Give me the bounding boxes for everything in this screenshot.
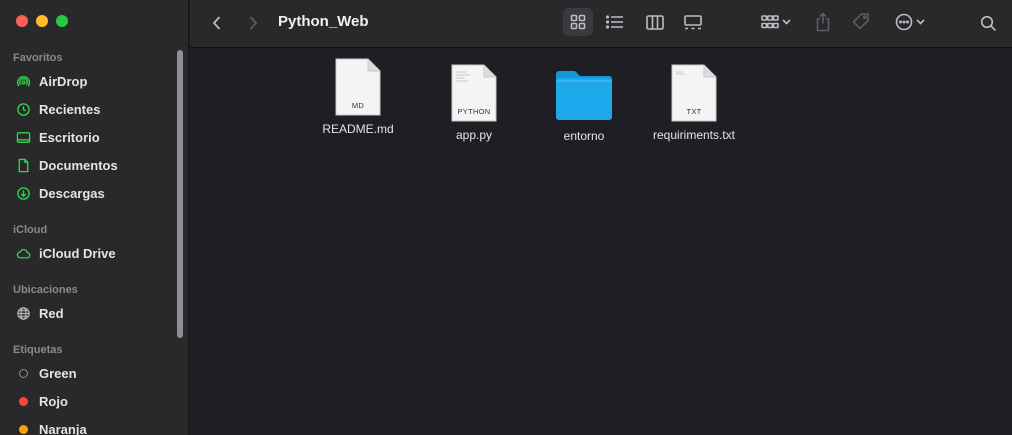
sidebar-item-label: iCloud Drive bbox=[39, 245, 116, 261]
sidebar-item-descargas[interactable]: Descargas bbox=[0, 181, 175, 205]
share-button[interactable] bbox=[811, 8, 835, 36]
group-icon bbox=[761, 14, 779, 28]
tag-dot-icon bbox=[15, 421, 31, 435]
chevron-right-icon bbox=[249, 16, 258, 30]
toolbar: Python_Web bbox=[190, 0, 1012, 48]
forward-button[interactable] bbox=[242, 12, 264, 34]
gallery-view-button[interactable] bbox=[678, 8, 708, 36]
sidebar-item-tag-green[interactable]: Green bbox=[0, 361, 175, 385]
clock-icon bbox=[15, 101, 31, 117]
sidebar-item-label: Rojo bbox=[39, 393, 68, 409]
section-title-icloud: iCloud bbox=[13, 224, 48, 236]
text-file-icon: TXT bbox=[671, 64, 717, 122]
document-icon: MD bbox=[335, 58, 381, 116]
chevron-down-icon bbox=[916, 19, 925, 25]
window-controls bbox=[16, 15, 68, 27]
section-title-locations: Ubicaciones bbox=[13, 284, 78, 296]
tag-icon bbox=[852, 13, 869, 30]
sidebar-item-airdrop[interactable]: AirDrop bbox=[0, 69, 175, 93]
file-name: app.py bbox=[455, 128, 493, 142]
icon-view-button[interactable] bbox=[563, 8, 593, 36]
file-extension-label: TXT bbox=[686, 107, 702, 116]
file-browser-area: MD README.md PYTHON app.py entorno TXT r… bbox=[190, 49, 1012, 435]
file-name: README.md bbox=[322, 122, 394, 136]
folder-icon bbox=[556, 71, 612, 120]
sidebar: Favoritos AirDrop Recientes Escritorio D… bbox=[0, 0, 189, 435]
file-item[interactable]: MD README.md bbox=[303, 58, 413, 136]
sidebar-item-label: Naranja bbox=[39, 421, 87, 435]
tag-dot-icon bbox=[15, 365, 31, 381]
file-extension-label: MD bbox=[351, 101, 365, 110]
sidebar-item-tag-naranja[interactable]: Naranja bbox=[0, 417, 175, 435]
sidebar-item-label: Red bbox=[39, 305, 64, 321]
sidebar-item-documentos[interactable]: Documentos bbox=[0, 153, 175, 177]
sidebar-item-escritorio[interactable]: Escritorio bbox=[0, 125, 175, 149]
sidebar-scrollbar[interactable] bbox=[177, 50, 183, 338]
chevron-left-icon bbox=[212, 16, 221, 30]
search-button[interactable] bbox=[976, 11, 1000, 35]
gallery-icon bbox=[684, 14, 702, 29]
tag-dot-icon bbox=[15, 393, 31, 409]
file-item[interactable]: TXT requiriments.txt bbox=[639, 64, 749, 142]
sidebar-item-label: AirDrop bbox=[39, 73, 88, 89]
sidebar-item-red[interactable]: Red bbox=[0, 301, 175, 325]
close-window-button[interactable] bbox=[16, 15, 28, 27]
back-button[interactable] bbox=[206, 12, 228, 34]
ellipsis-circle-icon bbox=[895, 13, 913, 31]
section-title-favorites: Favoritos bbox=[13, 52, 63, 64]
list-icon bbox=[606, 15, 623, 29]
folder-item[interactable]: entorno bbox=[529, 68, 639, 143]
sidebar-item-label: Recientes bbox=[39, 101, 101, 117]
sidebar-item-tag-rojo[interactable]: Rojo bbox=[0, 389, 175, 413]
more-actions-button[interactable] bbox=[890, 8, 930, 36]
search-icon bbox=[980, 15, 996, 31]
chevron-down-icon bbox=[782, 19, 791, 25]
share-icon bbox=[816, 12, 830, 32]
sidebar-item-icloud-drive[interactable]: iCloud Drive bbox=[0, 241, 175, 265]
python-file-icon: PYTHON bbox=[451, 64, 497, 122]
sidebar-item-label: Escritorio bbox=[39, 129, 100, 145]
grid-icon bbox=[570, 14, 586, 30]
sidebar-item-recientes[interactable]: Recientes bbox=[0, 97, 175, 121]
group-button[interactable] bbox=[756, 8, 796, 36]
file-extension-label: PYTHON bbox=[457, 107, 491, 116]
globe-icon bbox=[15, 305, 31, 321]
sidebar-item-label: Green bbox=[39, 365, 77, 381]
sidebar-item-label: Descargas bbox=[39, 185, 105, 201]
zoom-window-button[interactable] bbox=[56, 15, 68, 27]
columns-icon bbox=[646, 14, 664, 30]
file-name: requiriments.txt bbox=[652, 128, 736, 142]
desktop-icon bbox=[15, 129, 31, 145]
airdrop-icon bbox=[15, 73, 31, 89]
minimize-window-button[interactable] bbox=[36, 15, 48, 27]
folder-name: entorno bbox=[563, 129, 605, 143]
column-view-button[interactable] bbox=[640, 8, 670, 36]
cloud-icon bbox=[15, 245, 31, 261]
tags-button[interactable] bbox=[848, 8, 874, 36]
list-view-button[interactable] bbox=[600, 8, 630, 36]
download-icon bbox=[15, 185, 31, 201]
window-title: Python_Web bbox=[278, 13, 369, 30]
sidebar-item-label: Documentos bbox=[39, 157, 118, 173]
file-item[interactable]: PYTHON app.py bbox=[419, 64, 529, 142]
section-title-tags: Etiquetas bbox=[13, 344, 63, 356]
document-icon bbox=[15, 157, 31, 173]
